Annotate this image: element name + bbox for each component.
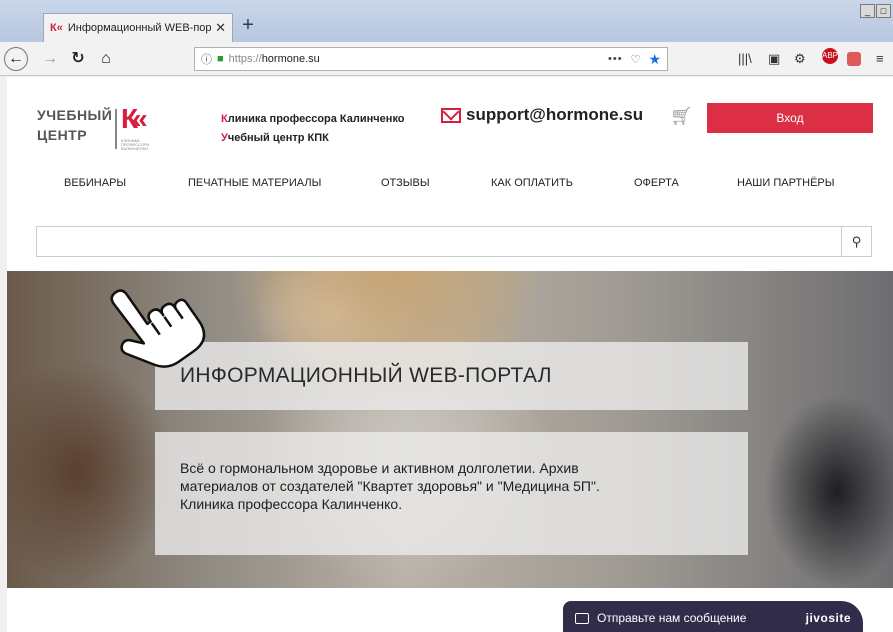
chat-message-prompt: Отправьте нам сообщение (597, 611, 747, 625)
menu-item-how-to-pay[interactable]: КАК ОПЛАТИТЬ (491, 177, 573, 189)
url-bar[interactable]: ⓘ ■ https://hormone.su ••• ♡ ★ (194, 47, 668, 71)
chat-brand: jivosite (805, 611, 851, 625)
logo-line-2: ЦЕНТР (37, 127, 88, 143)
addon-icon[interactable] (847, 52, 861, 66)
extension-icon[interactable]: ⚙ (794, 51, 806, 69)
browser-navbar: ← → ↻ ⌂ ⓘ ■ https://hormone.su ••• ♡ ★ |… (0, 42, 893, 76)
web-page: УЧЕБНЫЙ ЦЕНТР К« КЛИНИКА ПРОФЕССОРА КАЛИ… (7, 77, 893, 632)
search-input[interactable] (37, 227, 837, 256)
menu-item-reviews[interactable]: ОТЗЫВЫ (381, 177, 430, 189)
cart-icon[interactable]: 🛒︎ (670, 107, 693, 125)
window-controls: _ □ (860, 4, 891, 18)
adblock-icon[interactable]: ABP (822, 48, 838, 64)
login-button[interactable]: Вход (707, 103, 873, 133)
support-email[interactable]: support@hormone.su (441, 105, 643, 125)
support-email-text: support@hormone.su (466, 105, 644, 124)
menu-item-printed-materials[interactable]: ПЕЧАТНЫЕ МАТЕРИАЛЫ (188, 177, 321, 189)
browser-tab[interactable]: К« Информационный WEB-портал, ✕ (43, 13, 233, 42)
hero-description: Всё о гормональном здоровье и активном д… (180, 460, 600, 512)
close-tab-icon[interactable]: ✕ (215, 20, 226, 36)
menu-item-webinars[interactable]: ВЕБИНАРЫ (64, 177, 126, 189)
window-left-border (0, 77, 7, 632)
logo-mark-icon: К« КЛИНИКА ПРОФЕССОРА КАЛИНЧЕНКО (115, 103, 161, 153)
lock-icon: ■ (217, 53, 224, 65)
main-menu: ВЕБИНАРЫ ПЕЧАТНЫЕ МАТЕРИАЛЫ ОТЗЫВЫ КАК О… (7, 177, 893, 195)
back-arrow-icon[interactable]: ← (4, 47, 28, 71)
search-bar: ⚲ (36, 226, 872, 257)
pocket-icon[interactable]: ♡ (631, 53, 641, 66)
info-icon[interactable]: ⓘ (201, 51, 212, 67)
minimize-button[interactable]: _ (860, 4, 875, 18)
hero-title: ИНФОРМАЦИОННЫЙ WEB-ПОРТАЛ (180, 364, 552, 387)
forward-arrow-icon[interactable]: → (40, 47, 60, 71)
menu-item-offer[interactable]: ОФЕРТА (634, 177, 679, 189)
browser-titlebar: К« Информационный WEB-портал, ✕ + _ □ (0, 0, 893, 42)
clinic-name[interactable]: Клиника профессора Калинченко Учебный це… (221, 110, 405, 148)
page-actions-icon[interactable]: ••• (608, 53, 623, 65)
library-icon[interactable]: |||\ (738, 51, 752, 69)
bookmark-star-icon[interactable]: ★ (648, 51, 661, 68)
reload-icon[interactable]: ↻ (68, 47, 88, 71)
sidebar-icon[interactable]: ▣ (768, 51, 780, 69)
logo-line-1: УЧЕБНЫЙ (37, 107, 113, 123)
site-logo[interactable]: УЧЕБНЫЙ ЦЕНТР К« КЛИНИКА ПРОФЕССОРА КАЛИ… (37, 103, 149, 151)
home-icon[interactable]: ⌂ (96, 47, 116, 71)
chat-widget[interactable]: Отправьте нам сообщение jivosite (563, 601, 863, 632)
tab-title: Информационный WEB-портал, (67, 22, 212, 34)
url-text[interactable]: https://hormone.su (229, 53, 608, 65)
site-favicon-icon: К« (50, 22, 63, 34)
search-icon[interactable]: ⚲ (841, 227, 871, 256)
hero-title-box: ИНФОРМАЦИОННЫЙ WEB-ПОРТАЛ (155, 342, 748, 410)
maximize-button[interactable]: □ (876, 4, 891, 18)
envelope-icon (441, 107, 461, 123)
menu-hamburger-icon[interactable]: ≡ (876, 51, 884, 69)
pointer-hand-icon (110, 289, 206, 368)
message-icon (575, 612, 589, 624)
menu-item-partners[interactable]: НАШИ ПАРТНЁРЫ (737, 177, 835, 189)
new-tab-button[interactable]: + (236, 13, 260, 37)
hero-description-box: Всё о гормональном здоровье и активном д… (155, 432, 748, 555)
